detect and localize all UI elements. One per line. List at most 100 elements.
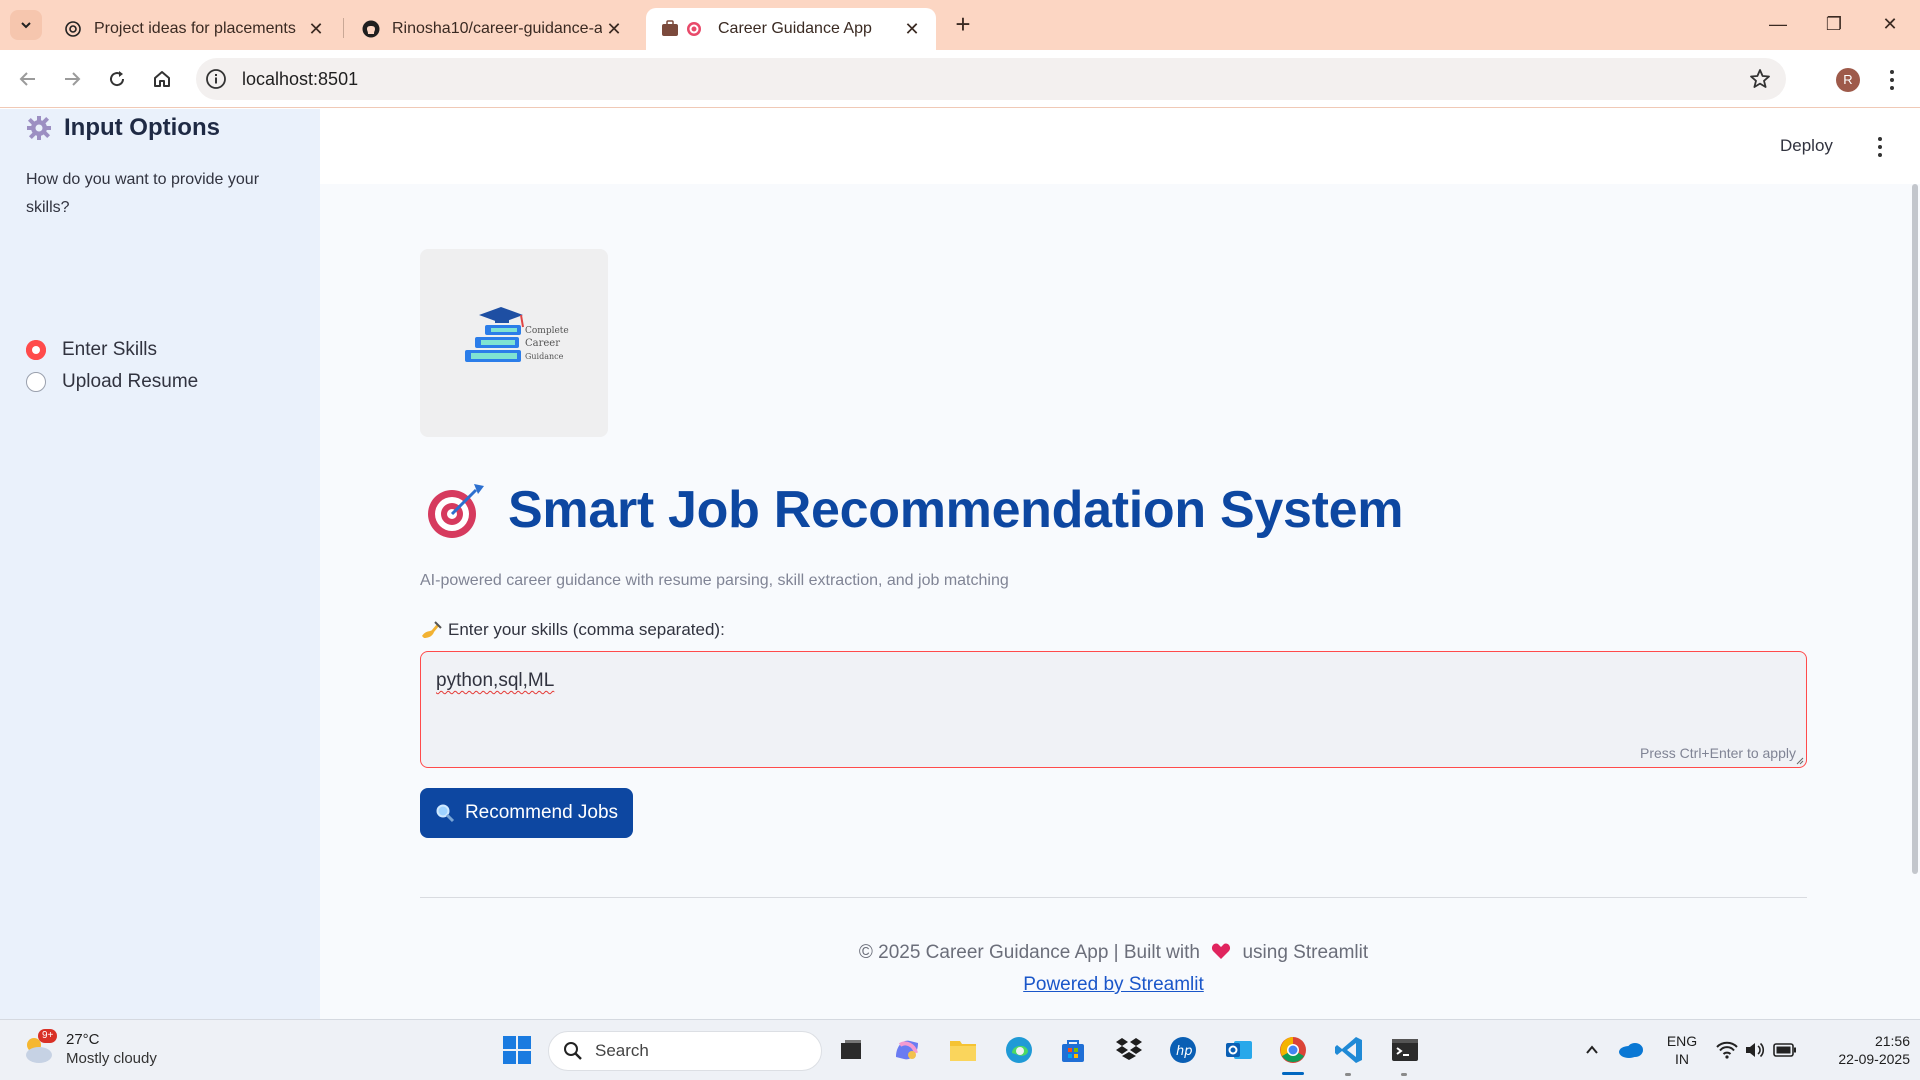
close-tab-icon[interactable]: ✕ bbox=[900, 19, 924, 40]
arrow-right-icon bbox=[65, 72, 81, 86]
weather-widget[interactable]: 9+ 27°C Mostly cloudy bbox=[20, 1029, 157, 1068]
outlook-icon[interactable] bbox=[1222, 1033, 1256, 1067]
radio-selected-indicator bbox=[26, 340, 46, 360]
reload-button[interactable] bbox=[101, 63, 133, 95]
page-title: Smart Job Recommendation System bbox=[426, 480, 1403, 540]
sidebar-title: Input Options bbox=[64, 114, 220, 141]
terminal-icon[interactable] bbox=[1388, 1033, 1422, 1067]
resize-grip-icon[interactable] bbox=[1794, 755, 1804, 765]
browser-tab-github[interactable]: Rinosha10/career-guidance-app ✕ bbox=[346, 8, 638, 50]
running-app-indicator bbox=[1345, 1073, 1351, 1076]
profile-avatar[interactable]: R bbox=[1836, 68, 1860, 92]
running-app-indicator bbox=[1401, 1073, 1407, 1076]
briefcase-target-icon bbox=[662, 20, 706, 38]
magnifier-icon bbox=[436, 804, 454, 823]
dropbox-icon[interactable] bbox=[1112, 1033, 1146, 1067]
target-dart-icon bbox=[428, 484, 484, 538]
chrome-icon[interactable] bbox=[1276, 1033, 1310, 1067]
search-icon bbox=[564, 1042, 582, 1060]
logo-text-line: Complete bbox=[525, 326, 569, 336]
close-tab-icon[interactable]: ✕ bbox=[304, 19, 328, 40]
weather-description: Mostly cloudy bbox=[66, 1050, 157, 1067]
hp-icon[interactable]: hp bbox=[1166, 1033, 1200, 1067]
temperature: 27°C bbox=[66, 1031, 100, 1048]
footer-divider bbox=[420, 897, 1807, 898]
back-button[interactable] bbox=[12, 63, 44, 95]
browser-toolbar: localhost:8501 R bbox=[0, 50, 1920, 108]
arrow-left-icon bbox=[19, 72, 35, 86]
sidebar bbox=[0, 109, 320, 1019]
home-button[interactable] bbox=[146, 63, 178, 95]
main-content bbox=[320, 109, 1920, 1019]
deploy-button[interactable]: Deploy bbox=[1780, 136, 1833, 156]
close-window-button[interactable]: ✕ bbox=[1862, 8, 1918, 40]
onedrive-cloud-icon[interactable] bbox=[1614, 1033, 1648, 1067]
radio-label: Enter Skills bbox=[62, 339, 158, 360]
wifi-icon[interactable] bbox=[1712, 1033, 1742, 1067]
github-icon bbox=[362, 20, 380, 38]
sidebar-heading: Input Options bbox=[26, 114, 220, 142]
vscode-icon[interactable] bbox=[1332, 1033, 1366, 1067]
footer-suffix: using Streamlit bbox=[1242, 942, 1369, 963]
show-hidden-icons-chevron-up-icon[interactable] bbox=[1576, 1033, 1608, 1067]
radio-enter-skills[interactable]: Enter Skills bbox=[26, 339, 157, 361]
footer-credit: © 2025 Career Guidance App | Built with … bbox=[420, 942, 1807, 964]
task-view-icon[interactable] bbox=[834, 1033, 868, 1067]
copilot-icon[interactable] bbox=[890, 1033, 924, 1067]
clock-date: 22-09-2025 bbox=[1838, 1051, 1910, 1067]
gear-icon bbox=[27, 116, 51, 140]
minimize-button[interactable]: — bbox=[1750, 8, 1806, 40]
footer-prefix: © 2025 Career Guidance App | Built with bbox=[858, 942, 1200, 963]
logo-text-line: Career bbox=[525, 338, 560, 349]
browser-menu-button[interactable] bbox=[1880, 66, 1904, 94]
radio-label: Upload Resume bbox=[62, 371, 199, 392]
volume-icon[interactable] bbox=[1740, 1033, 1770, 1067]
tab-separator bbox=[343, 18, 344, 38]
powered-by-streamlit-link[interactable]: Powered by Streamlit bbox=[420, 974, 1807, 996]
books-graduation-cap-icon: Complete Career Guidance bbox=[465, 307, 569, 362]
skills-label-text: Enter your skills (comma separated): bbox=[448, 620, 725, 639]
skills-textarea[interactable]: python,sql,ML Press Ctrl+Enter to apply bbox=[420, 651, 1807, 768]
radio-upload-resume[interactable]: Upload Resume bbox=[26, 371, 198, 393]
new-tab-button[interactable]: + bbox=[948, 10, 978, 40]
textarea-apply-hint: Press Ctrl+Enter to apply bbox=[1639, 745, 1796, 761]
microsoft-store-icon[interactable] bbox=[1056, 1033, 1090, 1067]
browser-tab-project-ideas[interactable]: Project ideas for placements ✕ bbox=[48, 8, 340, 50]
chatgpt-icon bbox=[64, 20, 82, 38]
clock-time: 21:56 bbox=[1874, 1033, 1910, 1049]
active-app-indicator bbox=[1282, 1072, 1304, 1075]
cloud-sun-icon: 9+ bbox=[20, 1029, 58, 1067]
logo-text-line: Guidance bbox=[525, 352, 564, 361]
restore-button[interactable]: ❐ bbox=[1806, 8, 1862, 40]
weather-badge: 9+ bbox=[38, 1029, 58, 1043]
app-menu-button[interactable] bbox=[1870, 134, 1890, 160]
region-code: IN bbox=[1675, 1051, 1689, 1067]
input-language[interactable]: ENG IN bbox=[1660, 1032, 1704, 1068]
file-explorer-icon[interactable] bbox=[946, 1033, 980, 1067]
page-scrollbar[interactable] bbox=[1912, 184, 1918, 874]
battery-icon[interactable] bbox=[1770, 1033, 1800, 1067]
page-subtitle: AI-powered career guidance with resume p… bbox=[420, 572, 1009, 589]
browser-tab-strip: Project ideas for placements ✕ Rinosha10… bbox=[0, 0, 1920, 50]
recommend-jobs-label: Recommend Jobs bbox=[464, 802, 619, 823]
tab-search-dropdown-button[interactable] bbox=[10, 10, 42, 40]
clock[interactable]: 21:56 22-09-2025 bbox=[1810, 1032, 1910, 1068]
forward-button[interactable] bbox=[56, 63, 88, 95]
taskbar-search[interactable]: Search bbox=[548, 1031, 822, 1071]
recommend-jobs-button[interactable]: Recommend Jobs bbox=[420, 788, 633, 838]
taskbar-search-placeholder: Search bbox=[595, 1041, 649, 1060]
site-info-icon[interactable] bbox=[204, 67, 228, 91]
writing-hand-icon bbox=[422, 621, 442, 638]
browser-tab-career-guidance[interactable]: Career Guidance App ✕ bbox=[646, 8, 936, 50]
bookmark-star-icon[interactable] bbox=[1748, 67, 1772, 91]
radio-unselected-indicator bbox=[26, 372, 46, 392]
home-icon bbox=[154, 71, 170, 87]
page-heading: Smart Job Recommendation System bbox=[508, 481, 1404, 539]
app-header bbox=[320, 109, 1920, 184]
svg-text:hp: hp bbox=[1176, 1044, 1193, 1059]
close-tab-icon[interactable]: ✕ bbox=[602, 19, 626, 40]
career-guidance-logo: Complete Career Guidance bbox=[420, 249, 608, 437]
windows-start-button[interactable] bbox=[500, 1033, 534, 1067]
address-bar[interactable]: localhost:8501 bbox=[196, 58, 1786, 100]
edge-browser-icon[interactable] bbox=[1002, 1033, 1036, 1067]
